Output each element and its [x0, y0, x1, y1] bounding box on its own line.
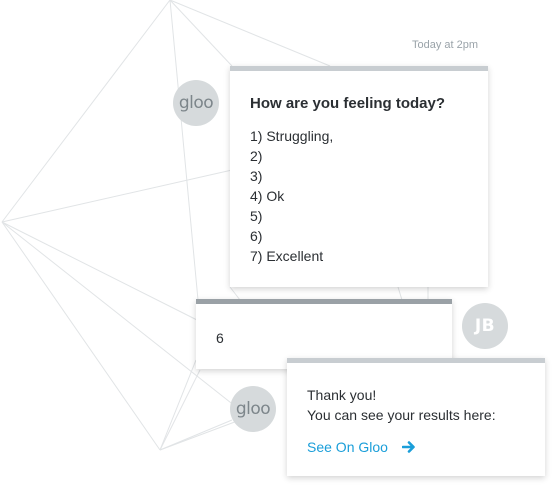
arrow-right-icon	[401, 441, 415, 453]
user-answer-text: 6	[216, 330, 224, 346]
answer-option: 6)	[250, 228, 263, 244]
message-timestamp: Today at 2pm	[412, 39, 479, 51]
user-avatar-initials: JB	[474, 316, 496, 336]
reply-results-text: You can see your results here:	[307, 407, 496, 423]
bot-avatar-label: gloo	[235, 399, 271, 419]
reply-thanks-text: Thank you!	[307, 387, 377, 403]
answer-option: 5)	[250, 208, 263, 224]
answer-option: 3)	[250, 168, 263, 184]
bot-avatar: gloo	[173, 80, 219, 126]
see-on-gloo-link[interactable]: See On Gloo	[307, 439, 416, 455]
reply-message-card: Thank you! You can see your results here…	[287, 358, 545, 476]
answer-option: 2)	[250, 148, 263, 164]
bot-avatar: gloo	[230, 386, 276, 432]
answer-option: 4) Ok	[250, 188, 285, 204]
user-avatar: JB	[462, 303, 508, 349]
answer-option: 1) Struggling,	[250, 128, 334, 144]
answer-option: 7) Excellent	[250, 248, 324, 264]
question-message-card: How are you feeling today? 1) Struggling…	[230, 66, 488, 287]
question-title: How are you feeling today?	[250, 95, 446, 112]
bot-avatar-label: gloo	[178, 93, 214, 113]
see-on-gloo-link-label: See On Gloo	[307, 439, 388, 455]
